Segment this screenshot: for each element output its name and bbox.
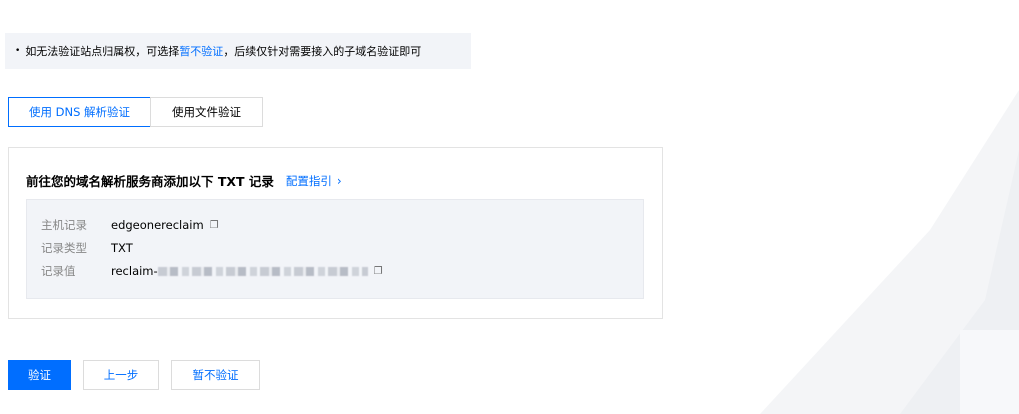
redacted-value (157, 266, 368, 276)
config-guide-label: 配置指引 (285, 173, 332, 188)
panel-title-row: 前往您的域名解析服务商添加以下 TXT 记录 配置指引 › (26, 171, 342, 190)
notice-text-before: 如无法验证站点归属权，可选择 (25, 45, 180, 58)
panel-title: 前往您的域名解析服务商添加以下 TXT 记录 (26, 174, 274, 189)
chevron-right-icon: › (336, 173, 342, 188)
tab-file-verify[interactable]: 使用文件验证 (150, 97, 263, 127)
copy-icon[interactable]: ❐ (374, 266, 383, 277)
record-row-host: 主机记录 edgeonereclaim ❐ (41, 217, 219, 233)
skip-verify-button[interactable]: 暂不验证 (171, 360, 260, 390)
info-notice: • 如无法验证站点归属权，可选择 暂不验证 ，后续仅针对需要接入的子域名验证即可 (5, 33, 471, 69)
config-guide-link[interactable]: 配置指引 › (286, 173, 342, 189)
record-box: 主机记录 edgeonereclaim ❐ 记录类型 TXT 记录值 recla… (26, 199, 644, 299)
verify-method-tabs: 使用 DNS 解析验证 使用文件验证 (8, 97, 263, 127)
verify-button[interactable]: 验证 (8, 360, 71, 390)
copy-icon[interactable]: ❐ (210, 220, 219, 231)
record-value: TXT (111, 241, 133, 255)
record-label: 记录类型 (41, 241, 87, 255)
record-label: 记录值 (41, 264, 76, 278)
bullet-icon: • (15, 46, 21, 56)
action-bar: 验证 上一步 暂不验证 (8, 360, 260, 390)
record-value: reclaim- (111, 264, 158, 278)
skip-verify-link[interactable]: 暂不验证 (179, 43, 223, 59)
dns-record-panel: 前往您的域名解析服务商添加以下 TXT 记录 配置指引 › 主机记录 edgeo… (8, 147, 663, 319)
record-label: 主机记录 (41, 218, 87, 232)
record-value: edgeonereclaim (111, 218, 204, 232)
record-row-value: 记录值 reclaim- ❐ (41, 263, 383, 279)
notice-text-after: ，后续仅针对需要接入的子域名验证即可 (223, 45, 422, 58)
tab-dns-verify[interactable]: 使用 DNS 解析验证 (8, 97, 151, 127)
prev-step-button[interactable]: 上一步 (83, 360, 159, 390)
record-row-type: 记录类型 TXT (41, 240, 133, 256)
